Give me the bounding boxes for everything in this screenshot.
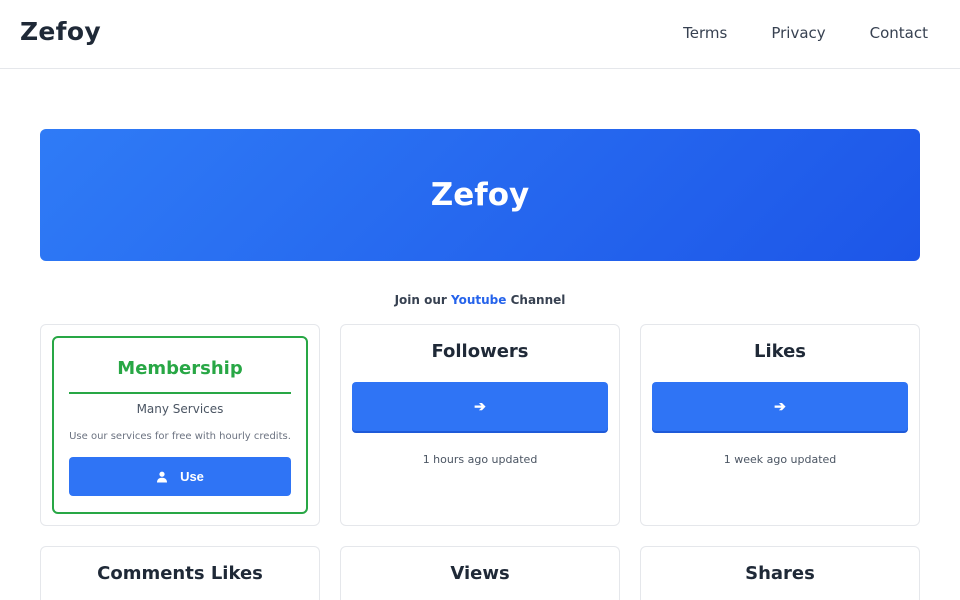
- comments-likes-title: Comments Likes: [97, 563, 263, 584]
- membership-title: Membership: [117, 358, 243, 379]
- membership-description: Use our services for free with hourly cr…: [69, 431, 291, 442]
- join-channel-text: Join our Youtube Channel: [0, 293, 960, 307]
- join-prefix: Join our: [394, 293, 452, 307]
- likes-card: Likes ➔ 1 week ago updated: [640, 324, 920, 526]
- hero-banner: Zefoy: [40, 129, 920, 261]
- use-button[interactable]: Use: [69, 457, 291, 496]
- membership-card: Membership Many Services Use our service…: [40, 324, 320, 526]
- use-button-label: Use: [180, 469, 204, 484]
- nav-link-privacy[interactable]: Privacy: [771, 24, 825, 42]
- user-icon: [156, 471, 168, 483]
- likes-button[interactable]: ➔: [652, 382, 908, 431]
- followers-title: Followers: [431, 341, 529, 362]
- views-title: Views: [450, 563, 510, 584]
- comments-likes-card: Comments Likes: [40, 546, 320, 600]
- views-card: Views: [340, 546, 620, 600]
- membership-subtitle: Many Services: [136, 402, 224, 416]
- hero-title: Zefoy: [430, 177, 530, 213]
- shares-title: Shares: [745, 563, 815, 584]
- nav-link-contact[interactable]: Contact: [870, 24, 928, 42]
- nav-links: Terms Privacy Contact: [683, 24, 928, 42]
- followers-card: Followers ➔ 1 hours ago updated: [340, 324, 620, 526]
- brand-logo[interactable]: Zefoy: [20, 17, 101, 46]
- likes-updated: 1 week ago updated: [723, 453, 837, 466]
- shares-card: Shares: [640, 546, 920, 600]
- arrow-right-icon: ➔: [474, 398, 486, 414]
- nav-link-terms[interactable]: Terms: [683, 24, 727, 42]
- followers-button[interactable]: ➔: [352, 382, 608, 431]
- navbar: Zefoy Terms Privacy Contact: [0, 0, 960, 69]
- join-suffix: Channel: [506, 293, 566, 307]
- youtube-link[interactable]: Youtube: [451, 293, 506, 307]
- membership-box: Membership Many Services Use our service…: [52, 336, 308, 514]
- membership-divider: [69, 392, 291, 394]
- likes-title: Likes: [753, 341, 807, 362]
- arrow-right-icon: ➔: [774, 398, 786, 414]
- followers-updated: 1 hours ago updated: [422, 453, 538, 466]
